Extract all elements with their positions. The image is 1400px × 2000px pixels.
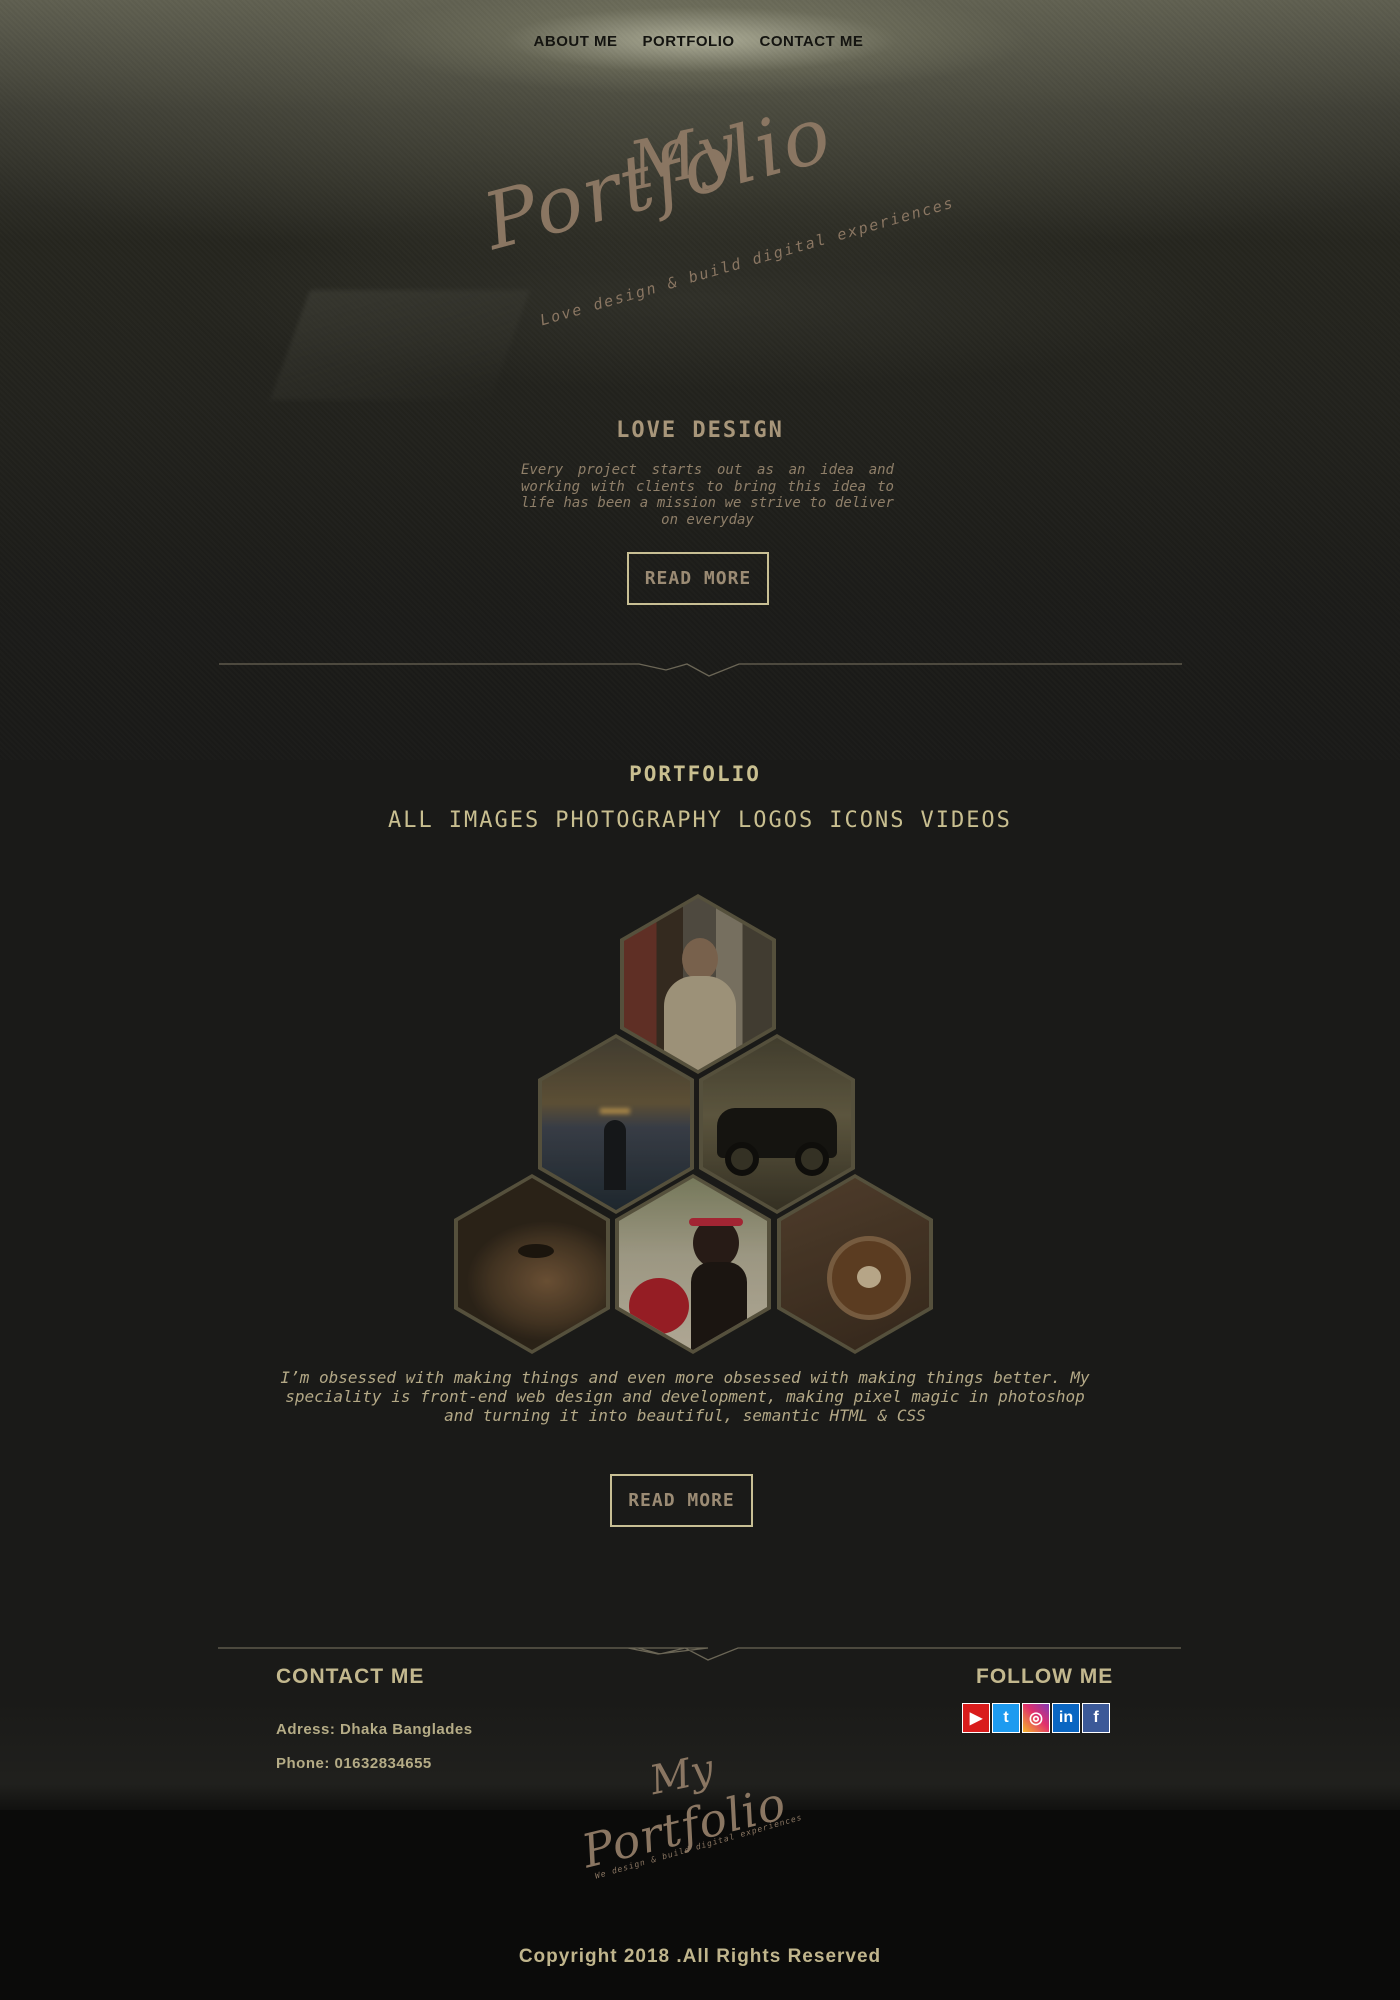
filter-icons[interactable]: ICONS: [829, 808, 905, 833]
filter-images[interactable]: IMAGES: [449, 808, 540, 833]
hero-read-more-button[interactable]: READ MORE: [627, 552, 769, 605]
instagram-icon[interactable]: ◎: [1022, 1703, 1050, 1733]
hero-heading: LOVE DESIGN: [616, 418, 784, 443]
nav-contact-me[interactable]: CONTACT ME: [760, 33, 864, 50]
portfolio-title: PORTFOLIO: [629, 762, 761, 786]
filter-photography[interactable]: PHOTOGRAPHY: [555, 808, 723, 833]
follow-heading: FOLLOW ME: [976, 1665, 1114, 1688]
social-links: ▶ t ◎ in f: [962, 1703, 1110, 1733]
footer-divider: [218, 1647, 1181, 1661]
section-divider: [219, 663, 1182, 677]
gallery-item-latte-art[interactable]: [777, 1174, 933, 1354]
filter-logos[interactable]: LOGOS: [738, 808, 814, 833]
portfolio-read-more-button[interactable]: READ MORE: [610, 1474, 753, 1527]
hero-landscape-shape: [269, 290, 531, 400]
twitter-icon[interactable]: t: [992, 1703, 1020, 1733]
filter-all[interactable]: ALL: [388, 808, 434, 833]
gallery-item-portrait[interactable]: [620, 894, 776, 1074]
top-nav: ABOUT ME PORTFOLIO CONTACT ME: [0, 33, 1400, 50]
hero-text: Every project starts out as an idea and …: [521, 462, 894, 528]
gallery-item-eye-closeup[interactable]: [454, 1174, 610, 1354]
facebook-icon[interactable]: f: [1082, 1703, 1110, 1733]
contact-phone: Phone: 01632834655: [276, 1755, 432, 1772]
nav-about-me[interactable]: ABOUT ME: [534, 33, 618, 50]
filter-videos[interactable]: VIDEOS: [920, 808, 1011, 833]
linkedin-icon[interactable]: in: [1052, 1703, 1080, 1733]
contact-address: Adress: Dhaka Banglades: [276, 1721, 473, 1738]
youtube-icon[interactable]: ▶: [962, 1703, 990, 1733]
copyright: Copyright 2018 .All Rights Reserved: [518, 1946, 882, 1967]
gallery-item-vintage-car[interactable]: [699, 1034, 855, 1214]
nav-portfolio[interactable]: PORTFOLIO: [643, 33, 735, 50]
portfolio-text: I’m obsessed with making things and even…: [280, 1368, 1090, 1425]
portfolio-filters: ALL IMAGES PHOTOGRAPHY LOGOS ICONS VIDEO…: [0, 808, 1400, 833]
contact-heading: CONTACT ME: [276, 1665, 425, 1688]
